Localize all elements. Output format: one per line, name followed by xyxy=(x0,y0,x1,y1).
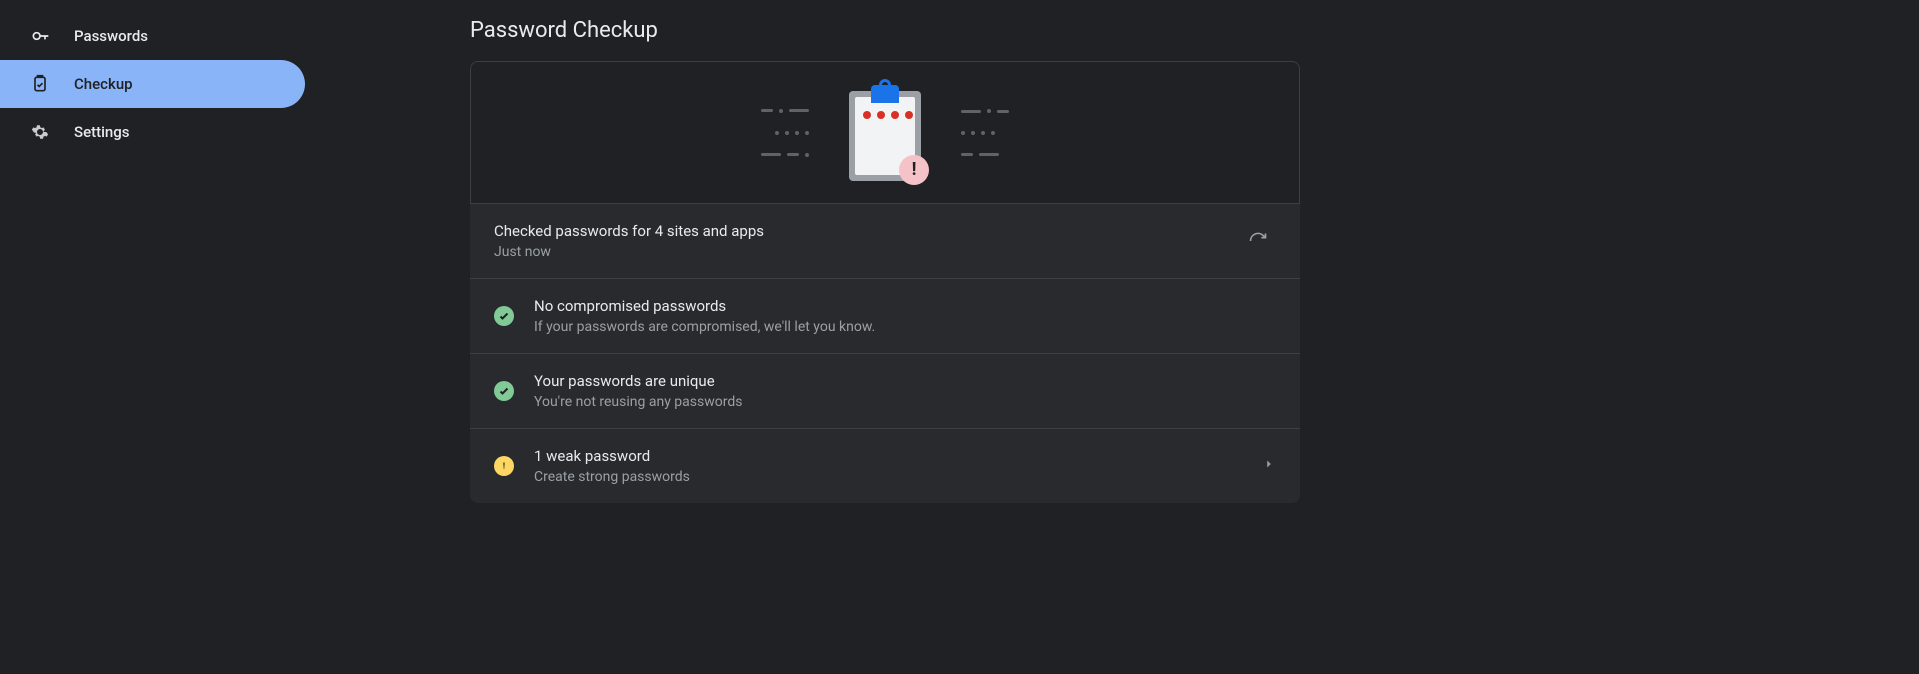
result-subtitle: Create strong passwords xyxy=(534,469,690,485)
sidebar: Passwords Checkup Settings xyxy=(0,0,305,674)
checkup-card: ! Checked passwords for 4 sites and apps… xyxy=(470,61,1300,503)
result-row-compromised: No compromised passwords If your passwor… xyxy=(470,278,1300,353)
refresh-icon xyxy=(1248,231,1268,251)
result-title: 1 weak password xyxy=(534,447,690,465)
sidebar-item-label: Settings xyxy=(74,123,130,141)
svg-text:!: ! xyxy=(503,462,505,471)
result-title: Your passwords are unique xyxy=(534,372,742,390)
sidebar-item-passwords[interactable]: Passwords xyxy=(0,12,305,60)
result-title: No compromised passwords xyxy=(534,297,875,315)
result-row-weak[interactable]: ! 1 weak password Create strong password… xyxy=(470,428,1300,503)
result-row-unique: Your passwords are unique You're not reu… xyxy=(470,353,1300,428)
sidebar-item-checkup[interactable]: Checkup xyxy=(0,60,305,108)
result-subtitle: If your passwords are compromised, we'll… xyxy=(534,319,875,335)
page-title: Password Checkup xyxy=(470,18,1919,43)
chevron-right-icon xyxy=(1262,457,1276,475)
warning-circle-icon: ! xyxy=(494,456,514,476)
check-circle-icon xyxy=(494,381,514,401)
gear-icon xyxy=(30,123,50,141)
clipboard-check-icon xyxy=(30,74,50,94)
status-timestamp: Just now xyxy=(494,244,764,260)
result-subtitle: You're not reusing any passwords xyxy=(534,394,742,410)
status-summary: Checked passwords for 4 sites and apps xyxy=(494,222,764,240)
hero-illustration: ! xyxy=(470,61,1300,203)
main: Password Checkup ! xyxy=(305,0,1919,674)
sidebar-item-settings[interactable]: Settings xyxy=(0,108,305,156)
key-icon xyxy=(30,26,50,46)
sidebar-item-label: Passwords xyxy=(74,27,148,45)
sidebar-item-label: Checkup xyxy=(74,75,133,93)
clipboard-icon: ! xyxy=(849,85,921,181)
alert-badge-icon: ! xyxy=(899,155,929,185)
refresh-button[interactable] xyxy=(1240,223,1276,259)
status-row: Checked passwords for 4 sites and apps J… xyxy=(470,203,1300,278)
check-circle-icon xyxy=(494,306,514,326)
